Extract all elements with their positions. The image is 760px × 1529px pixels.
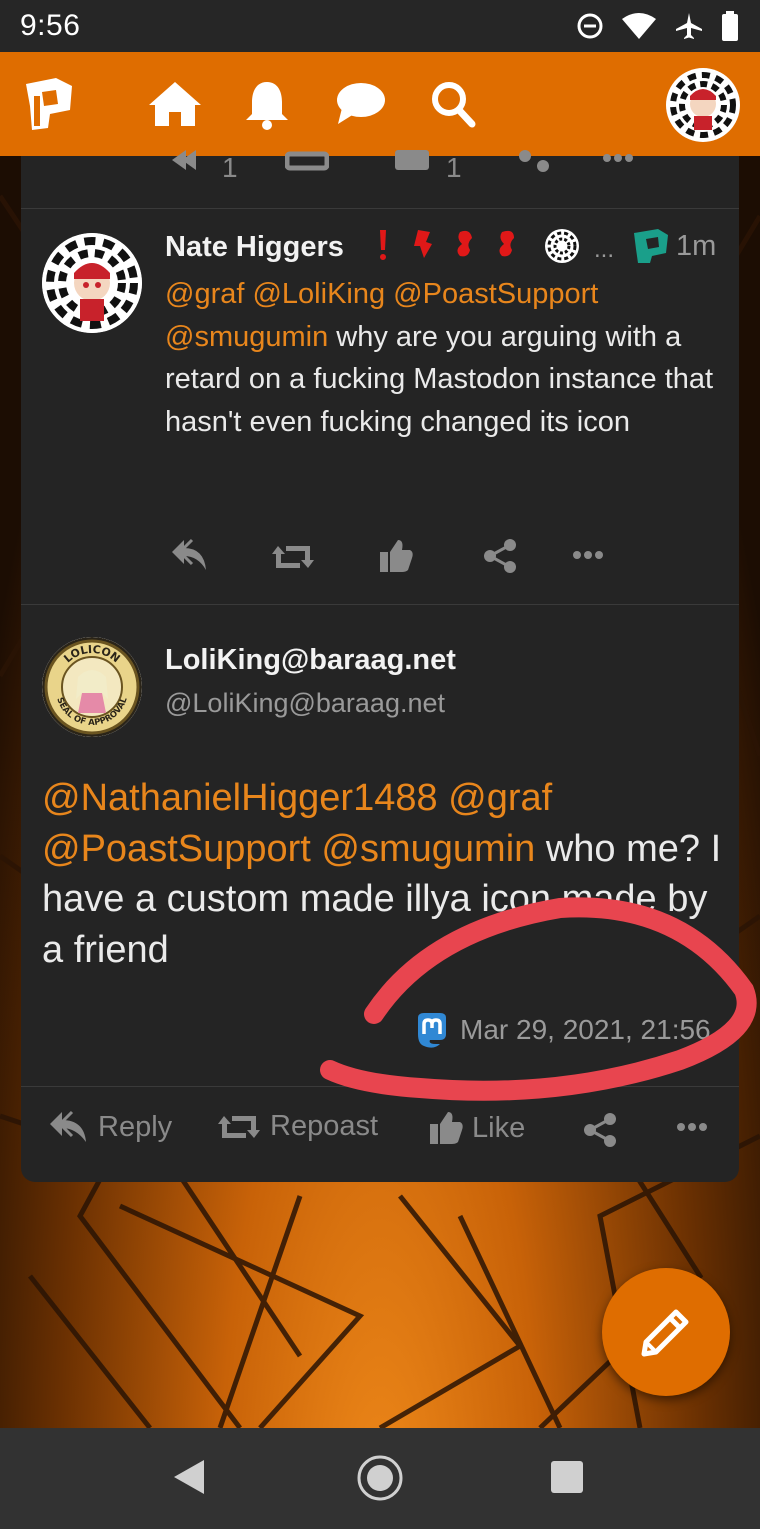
mention-link[interactable]: @PoastSupport	[393, 278, 598, 310]
post-body: @NathanielHigger1488 @graf @PoastSupport…	[42, 773, 722, 975]
prev-reply-count: 1	[222, 152, 238, 183]
back-icon[interactable]	[172, 1458, 206, 1496]
author-handle[interactable]: @LoliKing@baraag.net	[165, 688, 445, 719]
author-name[interactable]: Nate Higgers	[165, 231, 344, 264]
chat-icon[interactable]	[336, 80, 386, 126]
status-icons	[576, 11, 738, 41]
like-button[interactable]: Like	[428, 1110, 525, 1146]
repost-label: Repoast	[270, 1110, 379, 1142]
reply-icon[interactable]	[170, 150, 210, 172]
repost-icon[interactable]	[270, 542, 316, 572]
post-timestamp[interactable]: Mar 29, 2021, 21:56	[460, 1014, 711, 1046]
post-divider	[21, 1086, 739, 1087]
share-icon[interactable]	[515, 150, 551, 172]
wifi-icon	[622, 13, 656, 39]
poast-logo-icon[interactable]	[20, 76, 76, 132]
mention-link[interactable]: @PoastSupport	[42, 828, 311, 870]
mention-link[interactable]: @NathanielHigger1488	[42, 777, 438, 819]
repost-icon[interactable]	[285, 150, 329, 172]
reply-label: Reply	[98, 1110, 173, 1143]
pencil-icon	[641, 1309, 689, 1357]
more-emoji-indicator: ...	[594, 236, 615, 263]
user-avatar-button[interactable]	[666, 68, 740, 142]
more-icon[interactable]	[572, 550, 604, 560]
spiral-emoji-icon	[545, 229, 579, 263]
share-icon[interactable]	[582, 1112, 618, 1148]
recents-icon[interactable]	[550, 1460, 584, 1494]
reply-icon	[50, 1110, 86, 1142]
like-icon	[430, 1112, 463, 1144]
author-name[interactable]: LoliKing@baraag.net	[165, 644, 456, 677]
repost-icon	[218, 1115, 260, 1138]
like-icon[interactable]	[395, 150, 431, 172]
do-not-disturb-icon	[577, 13, 603, 39]
repost-button[interactable]: Repoast	[216, 1110, 378, 1143]
home-icon[interactable]	[148, 80, 202, 128]
mention-link[interactable]: @smugumin	[165, 321, 328, 353]
like-icon[interactable]	[378, 538, 414, 574]
mention-link[interactable]: @graf	[448, 777, 552, 819]
like-label: Like	[472, 1111, 526, 1144]
search-icon[interactable]	[430, 80, 476, 128]
compose-button[interactable]	[602, 1268, 730, 1396]
system-nav-bar	[0, 1428, 760, 1529]
reply-icon[interactable]	[170, 538, 210, 572]
more-icon[interactable]	[602, 154, 634, 164]
mention-link[interactable]: @LoliKing	[252, 278, 385, 310]
post-divider	[21, 604, 739, 605]
avatar[interactable]	[42, 233, 142, 333]
post-text: why are you arguing with	[328, 320, 658, 353]
share-icon[interactable]	[482, 538, 518, 574]
mention-link[interactable]: @smugumin	[321, 828, 535, 870]
more-icon[interactable]	[676, 1122, 708, 1132]
mention-link[interactable]: @graf	[165, 278, 244, 310]
status-bar: 9:56	[0, 0, 760, 52]
status-time: 9:56	[20, 9, 81, 42]
post-time[interactable]: 1m	[676, 230, 716, 263]
home-nav-icon[interactable]	[356, 1454, 404, 1502]
mastodon-icon	[418, 1013, 446, 1048]
app-bar	[0, 52, 760, 156]
battery-icon	[722, 11, 738, 41]
bell-icon[interactable]	[244, 80, 290, 130]
prev-post-actions: 1 1	[0, 150, 760, 186]
avatar[interactable]: LOLICON SEAL OF APPROVAL	[42, 637, 142, 737]
blood-drip-emoji-icon	[380, 230, 514, 260]
post-divider	[21, 208, 739, 209]
poast-instance-icon	[634, 229, 668, 263]
airplane-icon	[676, 13, 702, 39]
reply-button[interactable]: Reply	[48, 1110, 172, 1144]
post-body: @graf @LoliKing @PoastSupport @smugumin …	[165, 273, 725, 443]
prev-like-count: 1	[446, 152, 462, 183]
